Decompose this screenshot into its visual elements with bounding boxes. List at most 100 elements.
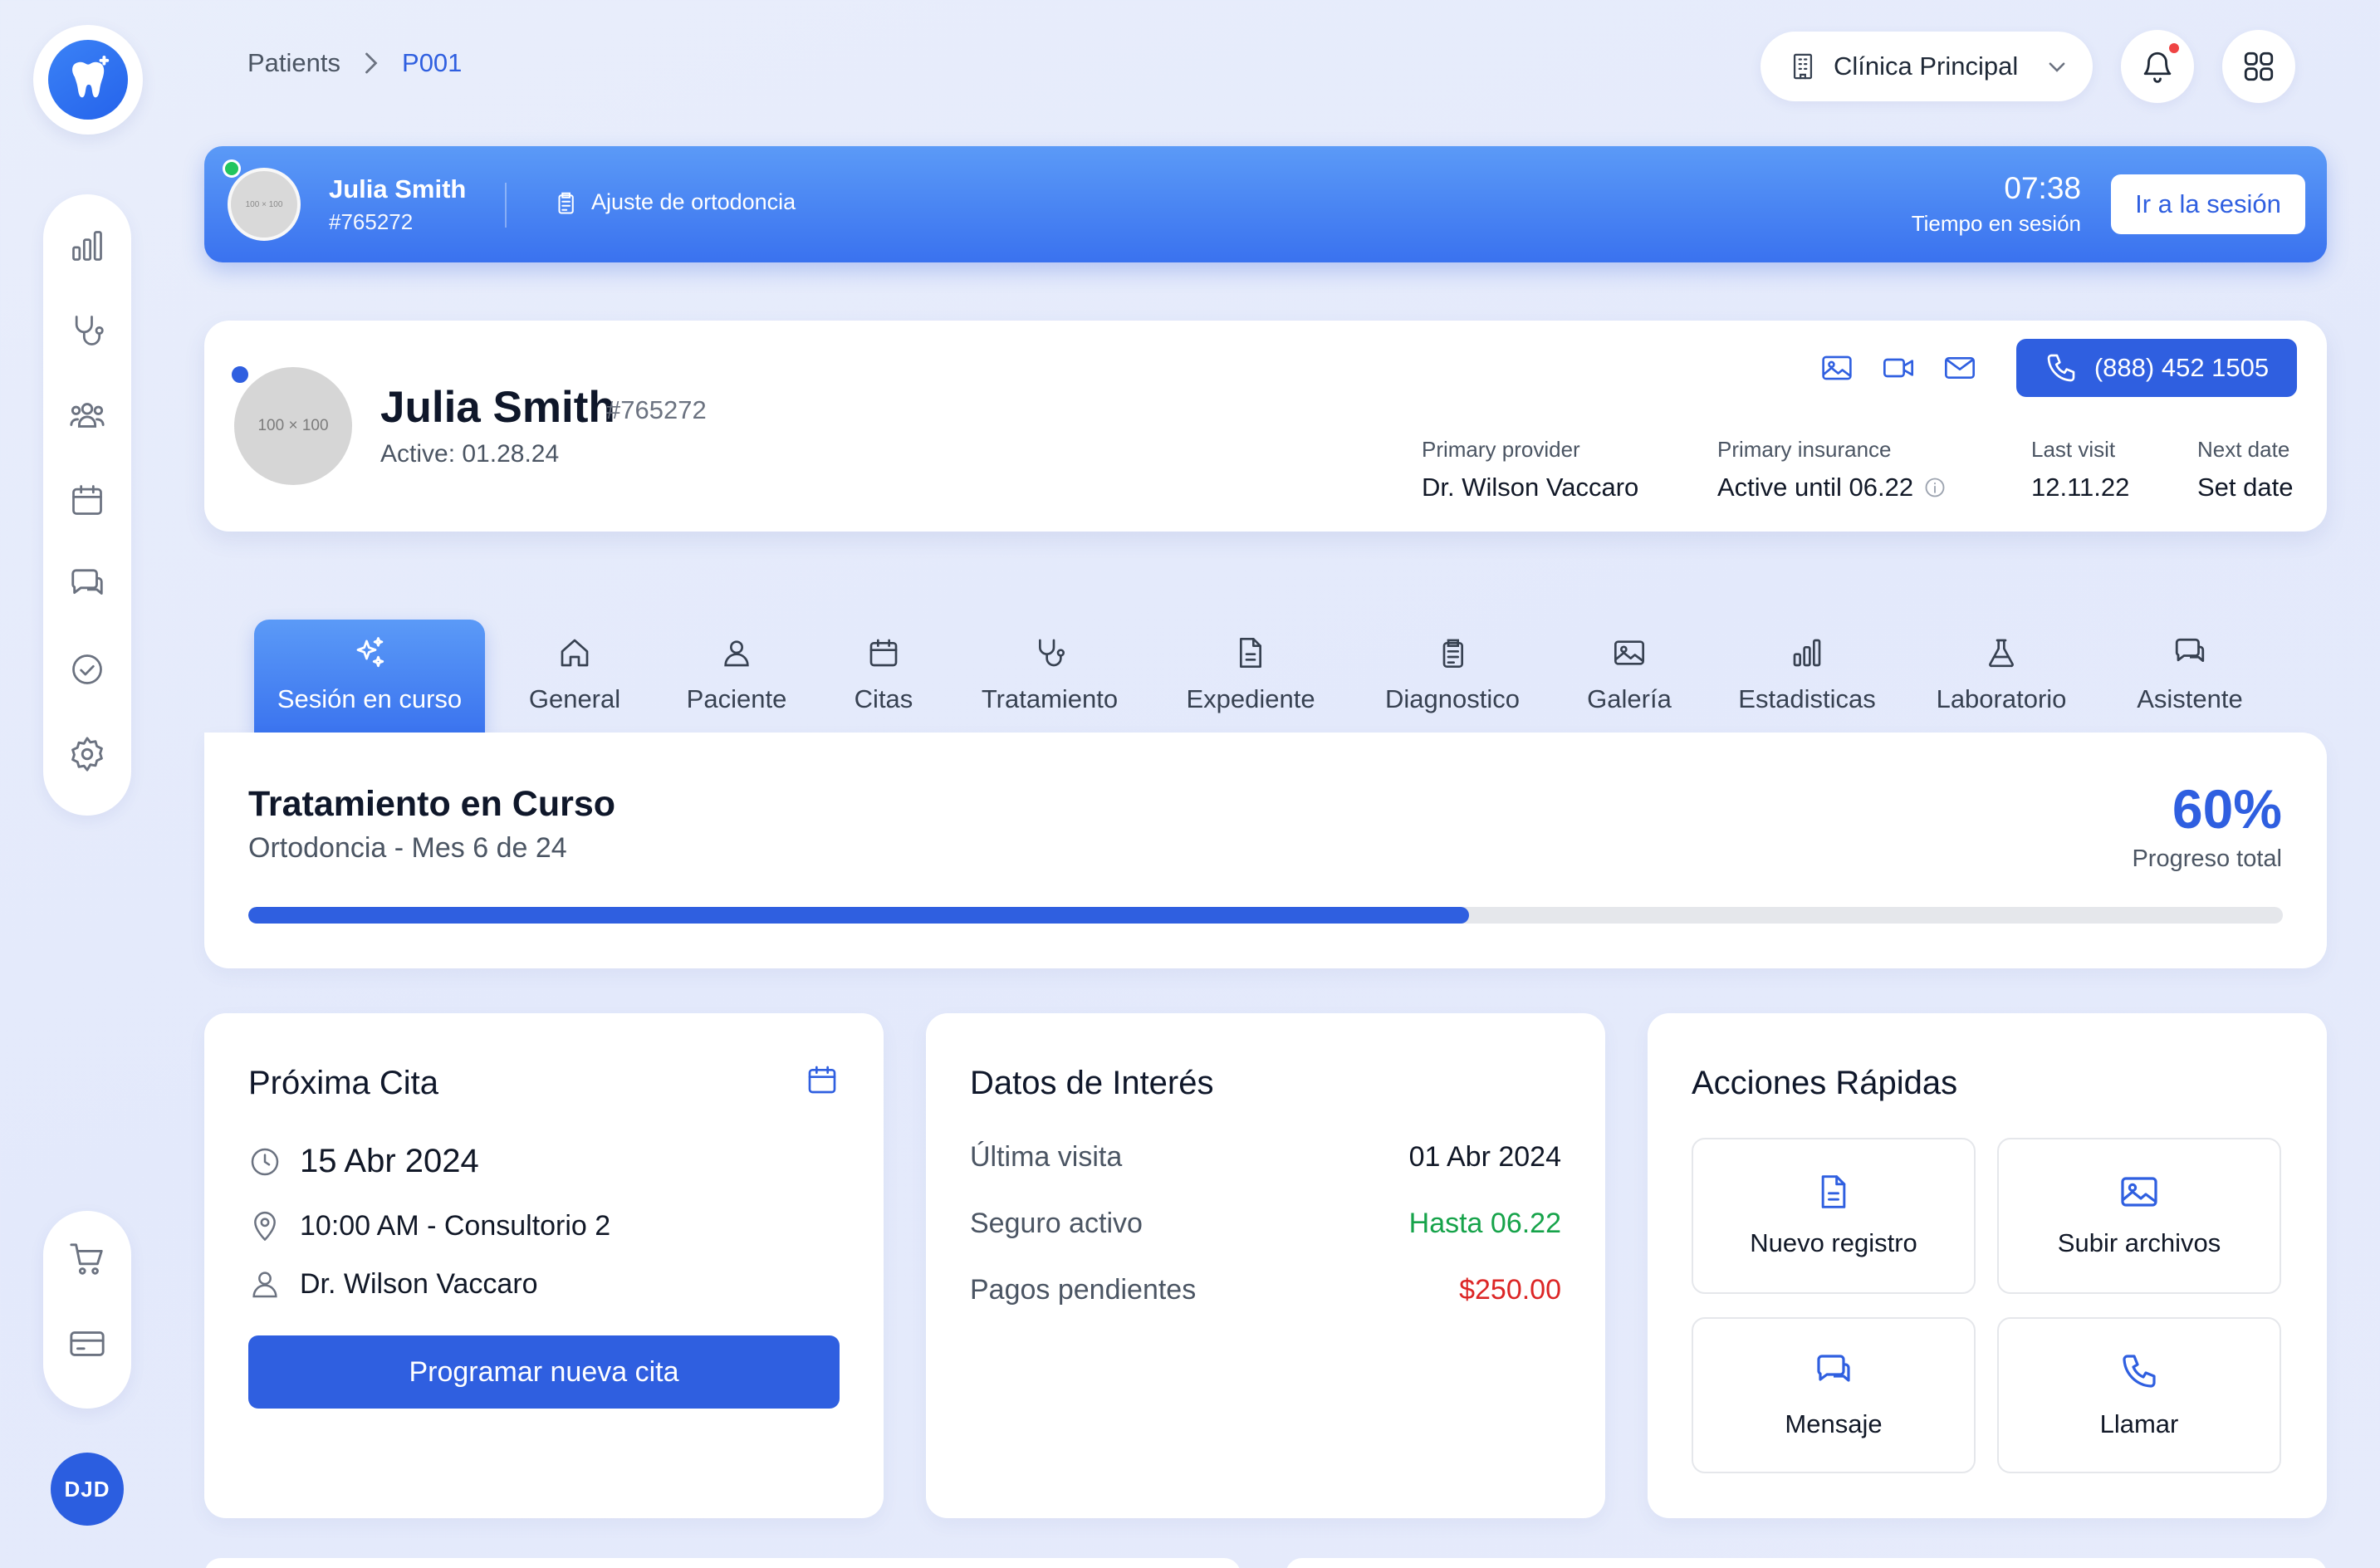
- chat-icon[interactable]: [66, 563, 109, 606]
- tab-estadisticas[interactable]: Estadisticas: [1714, 620, 1900, 733]
- chat-icon: [1814, 1351, 1854, 1391]
- bell-icon: [2140, 49, 2175, 84]
- tab-citas[interactable]: Citas: [809, 620, 958, 733]
- last-visit-value: 12.11.22: [2031, 473, 2130, 502]
- tab-general[interactable]: General: [485, 620, 664, 733]
- call-phone-button[interactable]: (888) 452 1505: [2016, 339, 2297, 397]
- patient-contact-actions: (888) 452 1505: [1820, 339, 2297, 397]
- online-status-dot: [223, 159, 241, 178]
- patient-tabs: Sesión en curso General Paciente Citas T…: [254, 620, 2277, 733]
- last-visit-label: Last visit: [2031, 437, 2116, 462]
- set-date-link[interactable]: Set date: [2197, 473, 2293, 502]
- notifications-button[interactable]: [2121, 30, 2194, 103]
- info-icon[interactable]: [1923, 476, 1947, 499]
- tab-label: Tratamiento: [981, 684, 1119, 713]
- treatment-progress-bar: [248, 907, 2283, 924]
- patient-header-card: 100 × 100 Julia Smith #765272 Active: 01…: [204, 321, 2327, 532]
- chart-icon: [1789, 635, 1825, 671]
- session-procedure-label: Ajuste de ortodoncia: [591, 189, 796, 214]
- patient-active-date: Active: 01.28.24: [380, 440, 560, 468]
- chevron-right-icon: [362, 51, 380, 76]
- user-avatar[interactable]: DJD: [51, 1453, 124, 1526]
- primary-insurance: Primary insurance Active until 06.22: [1717, 437, 1947, 502]
- tab-sesion-en-curso[interactable]: Sesión en curso: [254, 620, 485, 733]
- apps-button[interactable]: [2222, 30, 2295, 103]
- patient-avatar: 100 × 100: [234, 367, 352, 485]
- home-icon: [556, 635, 593, 671]
- user-icon: [718, 635, 755, 671]
- session-timer: 07:38 Tiempo en sesión: [1912, 171, 2081, 237]
- clinic-selector-label: Clínica Principal: [1834, 51, 2019, 81]
- cart-icon[interactable]: [66, 1237, 109, 1281]
- new-record-button[interactable]: Nuevo registro: [1692, 1138, 1976, 1294]
- interest-data-card: Datos de Interés Última visita 01 Abr 20…: [926, 1013, 1605, 1518]
- calendar-icon[interactable]: [806, 1063, 839, 1096]
- patient-id: #765272: [606, 395, 707, 424]
- phone-icon: [2119, 1351, 2159, 1391]
- mail-icon[interactable]: [1943, 351, 1976, 385]
- primary-provider: Primary provider Dr. Wilson Vaccaro: [1422, 437, 1638, 502]
- tab-tratamiento[interactable]: Tratamiento: [958, 620, 1141, 733]
- call-button[interactable]: Llamar: [1997, 1317, 2281, 1473]
- notification-badge: [2167, 42, 2181, 55]
- stethoscope-icon[interactable]: [66, 309, 109, 352]
- clinic-selector[interactable]: Clínica Principal: [1761, 32, 2093, 101]
- credit-card-icon[interactable]: [66, 1322, 109, 1365]
- upload-files-button[interactable]: Subir archivos: [1997, 1138, 2281, 1294]
- primary-provider-value: Dr. Wilson Vaccaro: [1422, 473, 1639, 502]
- tab-paciente[interactable]: Paciente: [664, 620, 809, 733]
- chevron-down-icon: [2046, 56, 2068, 77]
- document-icon: [1232, 635, 1269, 671]
- session-procedure: Ajuste de ortodoncia: [553, 189, 796, 215]
- tab-diagnostico[interactable]: Diagnostico: [1360, 620, 1545, 733]
- building-icon: [1789, 51, 1817, 82]
- primary-insurance-label: Primary insurance: [1717, 437, 1892, 462]
- next-section-card: [204, 1558, 1241, 1568]
- image-icon: [1611, 635, 1648, 671]
- check-circle-icon[interactable]: [66, 648, 109, 691]
- image-icon[interactable]: [1820, 351, 1854, 385]
- tab-label: Paciente: [686, 684, 787, 713]
- treatment-progress-percent: 60%: [2172, 778, 2282, 840]
- tab-laboratorio[interactable]: Laboratorio: [1900, 620, 2103, 733]
- quick-action-label: Llamar: [2099, 1409, 2179, 1438]
- breadcrumb-current: P001: [402, 48, 463, 77]
- patient-status-dot: [229, 364, 251, 385]
- appointment-time-place: 10:00 AM - Consultorio 2: [300, 1209, 611, 1242]
- next-section-card: [1285, 1558, 2327, 1568]
- interest-data-title: Datos de Interés: [970, 1065, 1214, 1101]
- tab-galeria[interactable]: Galería: [1545, 620, 1714, 733]
- clipboard-icon: [1434, 635, 1471, 671]
- tab-expediente[interactable]: Expediente: [1141, 620, 1360, 733]
- message-button[interactable]: Mensaje: [1692, 1317, 1976, 1473]
- banner-divider: [505, 183, 507, 228]
- active-session-banner: 100 × 100 Julia Smith #765272 Ajuste de …: [204, 146, 2327, 262]
- primary-insurance-value: Active until 06.22: [1717, 473, 1914, 502]
- chart-icon[interactable]: [66, 224, 109, 267]
- users-icon[interactable]: [66, 394, 109, 437]
- go-to-session-button[interactable]: Ir a la sesión: [2111, 174, 2305, 234]
- tab-asistente[interactable]: Asistente: [2103, 620, 2277, 733]
- info-row-last-visit: Última visita 01 Abr 2024: [970, 1141, 1561, 1174]
- info-label: Última visita: [970, 1141, 1123, 1173]
- next-appointment-title: Próxima Cita: [248, 1065, 438, 1101]
- settings-icon[interactable]: [66, 733, 109, 776]
- patient-name: Julia Smith: [380, 383, 615, 432]
- appointment-date: 15 Abr 2024: [300, 1143, 479, 1179]
- appointment-doctor: Dr. Wilson Vaccaro: [300, 1267, 538, 1300]
- info-value: $250.00: [1459, 1274, 1561, 1306]
- session-patient-avatar: 100 × 100: [228, 168, 301, 241]
- tab-label: General: [528, 684, 621, 713]
- tab-label: Galería: [1587, 684, 1672, 713]
- app-logo[interactable]: [33, 25, 143, 135]
- tab-label: Sesión en curso: [277, 684, 463, 713]
- calendar-icon[interactable]: [66, 478, 109, 522]
- quick-actions-card: Acciones Rápidas Nuevo registro Subir ar…: [1648, 1013, 2327, 1518]
- next-appointment-card: Próxima Cita 15 Abr 2024 10:00 AM - Cons…: [204, 1013, 884, 1518]
- schedule-appointment-button[interactable]: Programar nueva cita: [248, 1335, 840, 1409]
- breadcrumb-patients-link[interactable]: Patients: [247, 48, 340, 78]
- video-icon[interactable]: [1882, 351, 1915, 385]
- info-label: Pagos pendientes: [970, 1274, 1197, 1306]
- tab-label: Laboratorio: [1936, 684, 2067, 713]
- tab-label: Citas: [854, 684, 913, 713]
